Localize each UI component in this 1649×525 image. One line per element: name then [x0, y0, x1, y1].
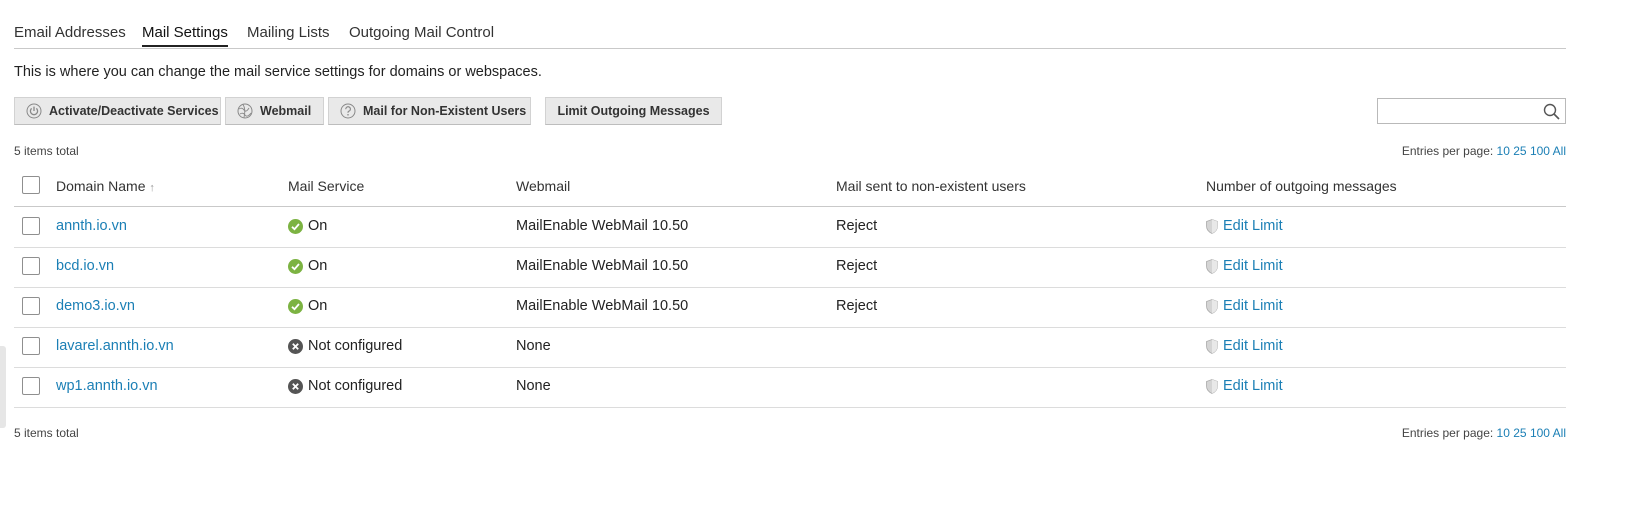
page-size-100[interactable]: 100	[1530, 426, 1550, 440]
sort-ascending-icon: ↑	[149, 182, 155, 194]
mail-service-status: On	[288, 218, 327, 234]
select-all-checkbox[interactable]	[22, 176, 40, 194]
tab-mail-settings[interactable]: Mail Settings	[142, 24, 228, 47]
column-non-existent: Mail sent to non-existent users	[836, 178, 1026, 194]
domain-link[interactable]: annth.io.vn	[56, 218, 127, 234]
non-existent-value: Reject	[836, 258, 878, 274]
edit-limit-link[interactable]: Edit Limit	[1206, 298, 1283, 314]
edit-limit-link[interactable]: Edit Limit	[1206, 218, 1283, 234]
domain-link[interactable]: bcd.io.vn	[56, 258, 114, 274]
page-size-all[interactable]: All	[1553, 426, 1566, 440]
search-box	[1377, 98, 1566, 124]
page-size-10[interactable]: 10	[1497, 426, 1510, 440]
mail-for-non-existent-users-button[interactable]: Mail for Non-Existent Users	[328, 97, 531, 125]
x-circle-icon	[288, 378, 303, 394]
table-row: wp1.annth.io.vn Not configured None Edit…	[14, 367, 1566, 408]
webmail-value: MailEnable WebMail 10.50	[516, 258, 689, 274]
page-size-100[interactable]: 100	[1530, 144, 1550, 158]
power-icon	[26, 103, 42, 119]
pagination-bottom: Entries per page: 10 25 100 All	[1402, 426, 1566, 440]
shield-icon	[1206, 218, 1218, 234]
non-existent-value: Reject	[836, 298, 878, 314]
column-webmail: Webmail	[516, 178, 571, 194]
table-row: bcd.io.vn On MailEnable WebMail 10.50 Re…	[14, 247, 1566, 288]
row-checkbox[interactable]	[22, 377, 40, 395]
search-icon[interactable]	[1543, 103, 1560, 120]
mail-service-status: On	[288, 298, 327, 314]
table-row: lavarel.annth.io.vn Not configured None …	[14, 327, 1566, 368]
webmail-value: MailEnable WebMail 10.50	[516, 298, 689, 314]
shield-icon	[1206, 378, 1218, 394]
webmail-value: None	[516, 378, 551, 394]
row-checkbox[interactable]	[22, 337, 40, 355]
limit-outgoing-messages-button[interactable]: Limit Outgoing Messages	[545, 97, 722, 125]
column-outgoing: Number of outgoing messages	[1206, 178, 1397, 194]
domain-link[interactable]: demo3.io.vn	[56, 298, 135, 314]
row-checkbox[interactable]	[22, 217, 40, 235]
table-row: demo3.io.vn On MailEnable WebMail 10.50 …	[14, 287, 1566, 328]
x-circle-icon	[288, 338, 303, 354]
shield-icon	[1206, 258, 1218, 274]
check-circle-icon	[288, 258, 303, 274]
column-domain-name[interactable]: Domain Name ↑	[56, 178, 155, 194]
entries-per-page-label: Entries per page:	[1401, 144, 1494, 158]
tab-email-addresses[interactable]: Email Addresses	[14, 24, 126, 41]
page-size-25[interactable]: 25	[1513, 426, 1526, 440]
webmail-value: MailEnable WebMail 10.50	[516, 218, 689, 234]
table-row: annth.io.vn On MailEnable WebMail 10.50 …	[14, 207, 1566, 248]
shield-icon	[1206, 338, 1218, 354]
activate-deactivate-services-label: Activate/Deactivate Services	[49, 104, 219, 118]
limit-outgoing-messages-label: Limit Outgoing Messages	[557, 104, 710, 118]
webmail-button[interactable]: Webmail	[225, 97, 324, 125]
edit-limit-link[interactable]: Edit Limit	[1206, 338, 1283, 354]
mail-service-status: Not configured	[288, 378, 402, 394]
tab-mailing-lists[interactable]: Mailing Lists	[247, 24, 330, 41]
items-total-top: 5 items total	[14, 144, 79, 158]
activate-deactivate-services-button[interactable]: Activate/Deactivate Services	[14, 97, 221, 125]
question-icon	[340, 103, 356, 119]
domain-link[interactable]: lavarel.annth.io.vn	[56, 338, 174, 354]
shield-icon	[1206, 298, 1218, 314]
page-size-25[interactable]: 25	[1513, 144, 1526, 158]
table-header: Domain Name ↑ Mail Service Webmail Mail …	[14, 166, 1566, 207]
check-circle-icon	[288, 218, 303, 234]
mail-service-status: Not configured	[288, 338, 402, 354]
mail-for-non-existent-users-label: Mail for Non-Existent Users	[363, 104, 527, 118]
check-circle-icon	[288, 298, 303, 314]
row-checkbox[interactable]	[22, 257, 40, 275]
page-description: This is where you can change the mail se…	[14, 64, 542, 80]
non-existent-value: Reject	[836, 218, 878, 234]
search-input[interactable]	[1382, 102, 1536, 122]
tab-outgoing-mail-control[interactable]: Outgoing Mail Control	[349, 24, 494, 41]
page-size-all[interactable]: All	[1553, 144, 1566, 158]
edit-limit-link[interactable]: Edit Limit	[1206, 378, 1283, 394]
items-total-bottom: 5 items total	[14, 426, 79, 440]
side-panel-handle[interactable]	[0, 346, 6, 428]
domain-link[interactable]: wp1.annth.io.vn	[56, 378, 158, 394]
pagination-top: Entries per page: 10 25 100 All	[1402, 144, 1566, 158]
tab-bar: Email Addresses Mail Settings Mailing Li…	[14, 0, 1566, 49]
entries-per-page-label: Entries per page:	[1401, 426, 1494, 440]
page-size-10[interactable]: 10	[1497, 144, 1510, 158]
column-mail-service: Mail Service	[288, 178, 365, 194]
globe-icon	[237, 103, 253, 119]
row-checkbox[interactable]	[22, 297, 40, 315]
edit-limit-link[interactable]: Edit Limit	[1206, 258, 1283, 274]
mail-service-status: On	[288, 258, 327, 274]
webmail-label: Webmail	[260, 104, 312, 118]
webmail-value: None	[516, 338, 551, 354]
